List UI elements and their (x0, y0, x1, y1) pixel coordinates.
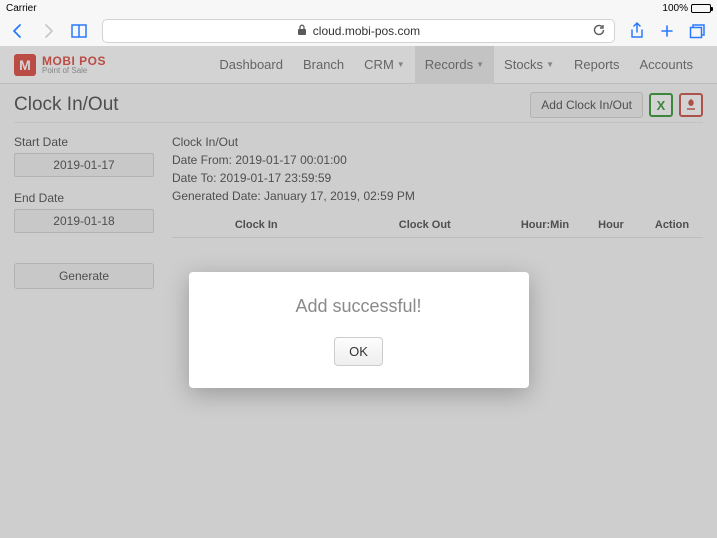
new-tab-icon[interactable] (659, 23, 675, 39)
url-text: cloud.mobi-pos.com (313, 24, 420, 38)
url-bar[interactable]: cloud.mobi-pos.com (102, 19, 615, 43)
bookmarks-icon[interactable] (70, 23, 88, 39)
share-icon[interactable] (629, 22, 645, 40)
reload-icon[interactable] (592, 23, 606, 40)
forward-icon[interactable] (40, 23, 56, 39)
tabs-icon[interactable] (689, 23, 707, 39)
safari-toolbar: cloud.mobi-pos.com (0, 16, 717, 46)
modal-message: Add successful! (209, 296, 509, 317)
success-modal: Add successful! OK (189, 272, 529, 388)
battery-percent: 100% (662, 3, 688, 14)
modal-ok-button[interactable]: OK (334, 337, 383, 366)
battery-icon (691, 4, 711, 13)
back-icon[interactable] (10, 23, 26, 39)
ios-status-bar: Carrier 100% (0, 0, 717, 16)
lock-icon (297, 24, 307, 39)
carrier-label: Carrier (6, 3, 37, 14)
